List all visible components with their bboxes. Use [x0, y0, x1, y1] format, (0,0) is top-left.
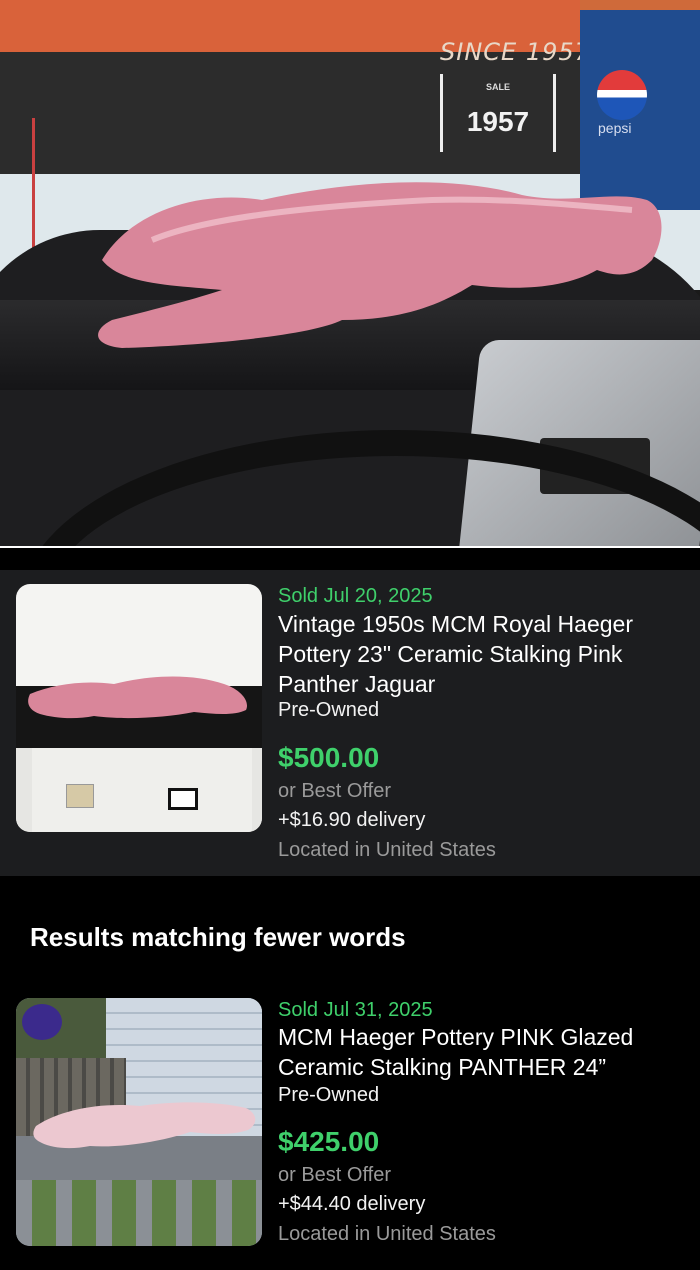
section-heading: Results matching fewer words [30, 922, 406, 952]
panther-figurine-image [33, 1102, 256, 1149]
delivery-cost: +$16.90 delivery [278, 809, 426, 831]
listing-price: $500.00 [278, 742, 380, 773]
best-offer-label: or Best Offer [278, 1164, 392, 1186]
shop-sign-since: SINCE 1957 [440, 38, 591, 66]
listing-title[interactable]: Vintage 1950s MCM Royal Haeger Pottery 2… [278, 609, 693, 699]
sold-date: Sold Jul 31, 2025 [278, 999, 433, 1021]
year-sign: SALE 1957 [440, 74, 556, 152]
listing-price: $425.00 [278, 1126, 380, 1157]
listing-condition: Pre-Owned [278, 1084, 380, 1106]
photo-divider [0, 546, 700, 548]
sold-date: Sold Jul 20, 2025 [278, 585, 433, 607]
pepsi-logo-text: pepsi [598, 120, 632, 136]
panther-figurine-image [28, 676, 248, 719]
outlet [66, 784, 94, 808]
listing-thumbnail[interactable] [16, 584, 262, 832]
flowers [22, 1004, 62, 1040]
listing-condition: Pre-Owned [278, 699, 380, 721]
cabinet-door [32, 748, 252, 832]
item-location: Located in United States [278, 839, 496, 861]
best-offer-label: or Best Offer [278, 780, 392, 802]
delivery-cost: +$44.40 delivery [278, 1193, 426, 1215]
listing-title[interactable]: MCM Haeger Pottery PINK Glazed Ceramic S… [278, 1022, 693, 1082]
pink-panther-figurine [98, 182, 662, 348]
listing-thumbnail[interactable] [16, 998, 262, 1246]
year-sign-year: 1957 [466, 106, 530, 137]
year-sign-small-text: SALE [485, 82, 510, 92]
item-photo: SINCE 1957 SALE 1957 pepsi [0, 0, 700, 548]
switch-plate [168, 788, 198, 810]
item-location: Located in United States [278, 1223, 496, 1245]
pepsi-logo-icon [597, 70, 647, 120]
railing-posts [16, 1180, 262, 1246]
